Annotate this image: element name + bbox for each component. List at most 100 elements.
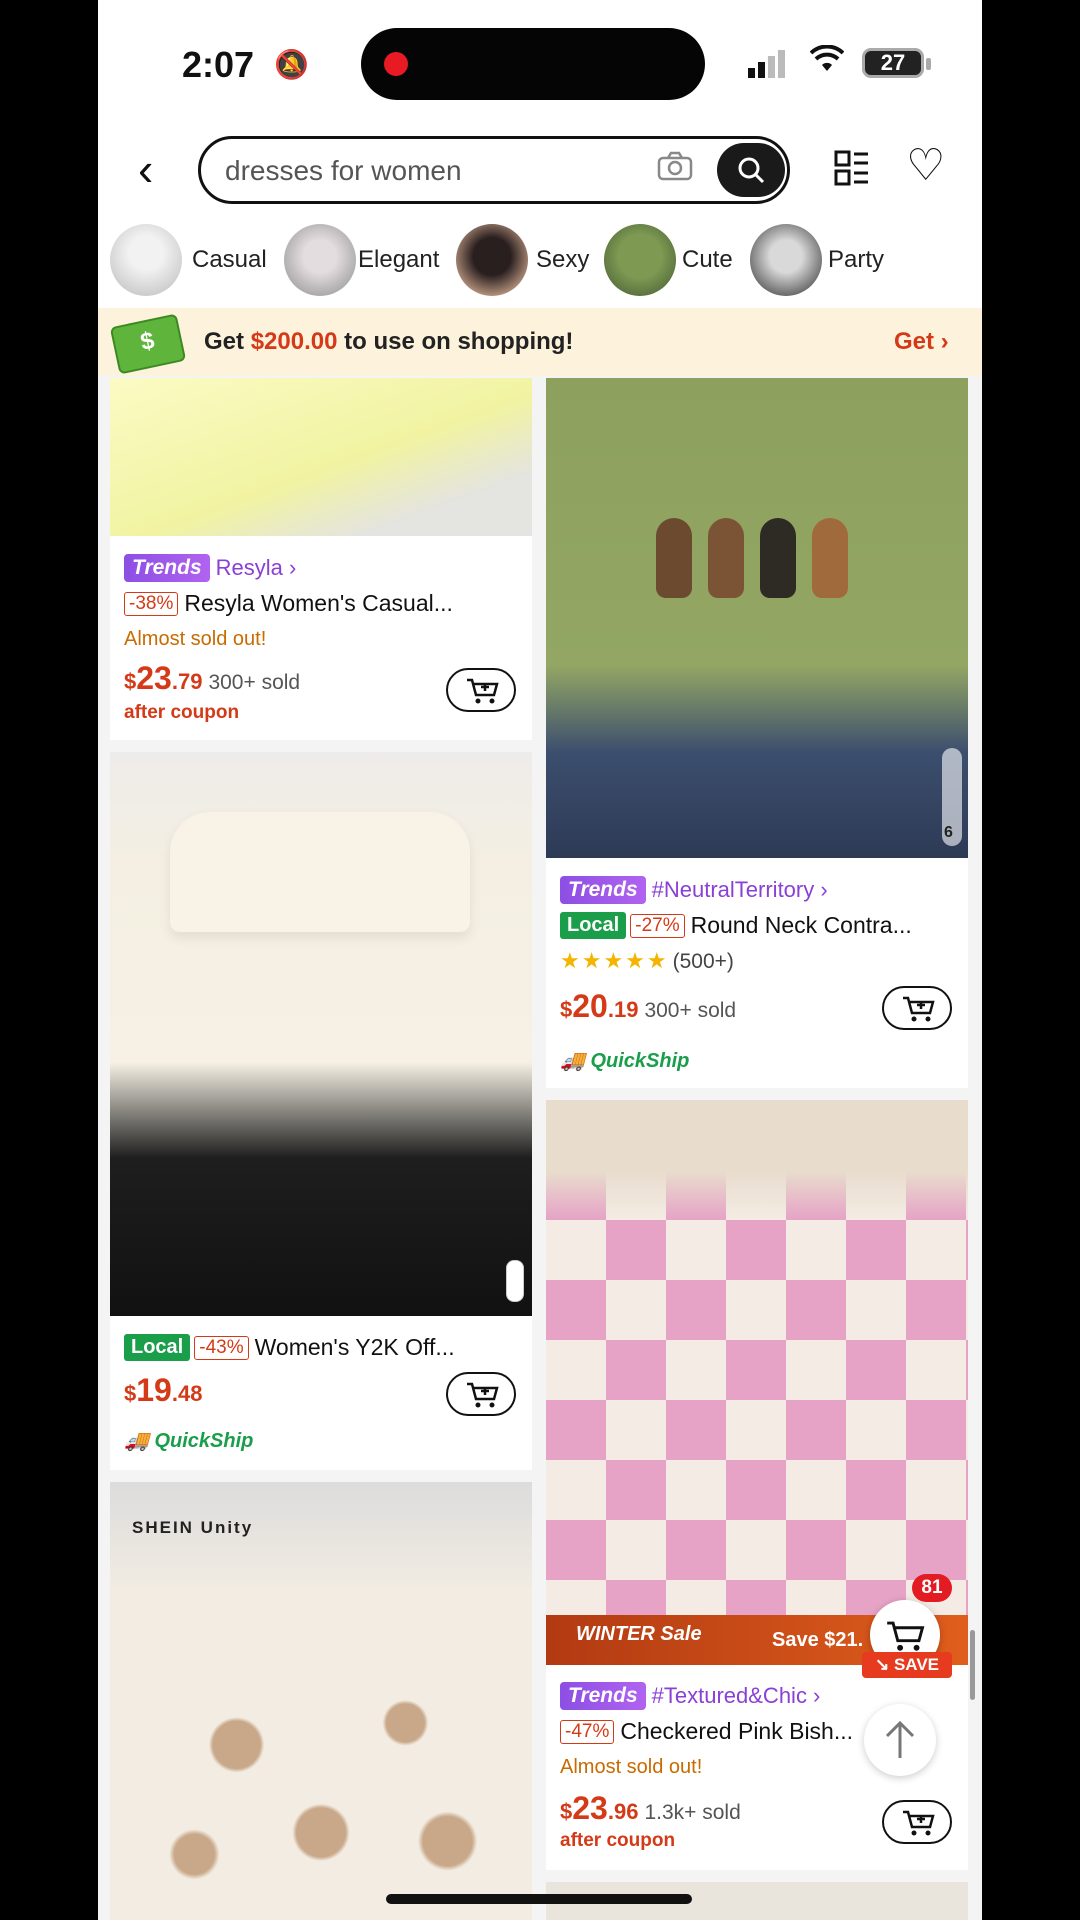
search-button[interactable] xyxy=(717,143,785,197)
chip-thumb xyxy=(110,224,182,296)
product-card-leopard[interactable]: SHEIN Unity xyxy=(110,1482,532,1920)
cart-plus-icon xyxy=(903,996,935,1022)
truck-icon: 🚚 xyxy=(560,1050,591,1072)
price-row: $20.19 300+ sold xyxy=(560,988,736,1025)
product-title[interactable]: Round Neck Contra... xyxy=(691,912,912,938)
search-bar[interactable]: dresses for women xyxy=(198,136,790,204)
store-link[interactable]: #NeutralTerritory › xyxy=(652,877,828,902)
product-card-resyla[interactable]: Trends Resyla › -38% Resyla Women's Casual… xyxy=(110,378,532,740)
product-title[interactable]: Resyla Women's Casual... xyxy=(184,590,453,616)
scroll-to-top-button[interactable] xyxy=(864,1704,936,1776)
promo-suffix: to use on shopping! xyxy=(337,328,574,355)
back-icon[interactable]: ‹ xyxy=(138,142,153,196)
search-icon xyxy=(738,157,765,184)
price: $23.79 xyxy=(124,660,202,696)
quickship-label: 🚚 QuickShip xyxy=(124,1428,253,1453)
layout-toggle-icon[interactable] xyxy=(834,150,870,191)
status-bar: 2:07 🔕 27 xyxy=(98,0,982,128)
price: $19.48 xyxy=(124,1372,202,1408)
wifi-icon xyxy=(809,44,845,81)
star-rating-icon: ★★★★★ xyxy=(560,948,669,973)
add-to-cart-button[interactable] xyxy=(446,668,516,712)
price-dec: .96 xyxy=(607,1799,639,1824)
product-image[interactable]: WINTER Sale Save $21. xyxy=(546,1100,968,1665)
home-indicator[interactable] xyxy=(386,1894,692,1904)
product-image[interactable] xyxy=(110,378,532,536)
discount-badge: -27% xyxy=(630,913,685,938)
search-header: ‹ dresses for women ♡ xyxy=(98,128,982,216)
cart-count-badge: 81 xyxy=(912,1574,952,1602)
chip-thumb xyxy=(284,224,356,296)
scrollbar[interactable] xyxy=(970,1630,975,1700)
local-badge: Local xyxy=(124,1334,191,1361)
chip-label: Sexy xyxy=(536,246,590,273)
cats-print xyxy=(656,518,856,608)
add-to-cart-button[interactable] xyxy=(446,1372,516,1416)
quickship-label: 🚚 QuickShip xyxy=(560,1048,689,1073)
add-to-cart-button[interactable] xyxy=(882,986,952,1030)
promo-get-button[interactable]: Get › xyxy=(894,328,949,356)
chip-label: Party xyxy=(828,246,885,273)
sold-count: 300+ sold xyxy=(644,999,737,1022)
money-icon: $ xyxy=(109,313,187,375)
product-image[interactable]: 6 xyxy=(546,378,968,858)
chip-label: Cute xyxy=(682,246,733,273)
product-card-y2k-offshoulder[interactable]: Local -43% Women's Y2K Off... $19.48 🚚 Qui… xyxy=(110,752,532,1470)
price-row: $19.48 xyxy=(124,1372,202,1409)
price-row: $23.96 1.3k+ sold xyxy=(560,1790,741,1827)
battery-tip xyxy=(926,58,931,70)
cart-plus-icon xyxy=(467,1382,499,1408)
product-trends-row: Trends #Textured&Chic › xyxy=(560,1682,820,1710)
stock-note: Almost sold out! xyxy=(560,1756,703,1778)
product-title[interactable]: Checkered Pink Bish... xyxy=(620,1718,853,1744)
chip-label: Elegant xyxy=(358,246,440,273)
price-int: 23 xyxy=(572,1790,608,1826)
promo-prefix: Get xyxy=(204,328,251,355)
trends-badge: Trends xyxy=(560,1682,646,1710)
trends-badge: Trends xyxy=(124,554,210,582)
cart-plus-icon xyxy=(903,1810,935,1836)
arrow-up-icon xyxy=(885,1720,915,1758)
cart-plus-icon xyxy=(467,678,499,704)
discount-badge: -47% xyxy=(560,1719,615,1744)
discount-badge: -43% xyxy=(194,1335,249,1360)
promo-text: Get $200.00 to use on shopping! xyxy=(204,328,573,356)
store-link[interactable]: Resyla › xyxy=(216,555,297,580)
chip-label: Casual xyxy=(192,246,267,273)
swatch-count: 6 xyxy=(944,824,953,841)
battery-icon: 27 xyxy=(862,48,924,78)
product-trends-row: Trends Resyla › xyxy=(124,554,296,582)
product-image[interactable] xyxy=(110,752,532,1316)
dynamic-island xyxy=(361,28,705,100)
search-input[interactable]: dresses for women xyxy=(225,155,462,187)
price-currency: $ xyxy=(124,1381,137,1406)
price: $23.96 xyxy=(560,1790,638,1826)
chip-thumb xyxy=(604,224,676,296)
product-card-round-neck[interactable]: 6 Trends #NeutralTerritory › Local -27% Rou… xyxy=(546,378,968,1088)
product-title[interactable]: Women's Y2K Off... xyxy=(255,1334,455,1360)
rating-row: ★★★★★ (500+) xyxy=(560,948,734,974)
color-swatches[interactable] xyxy=(506,1260,524,1302)
product-trends-row: Trends #NeutralTerritory › xyxy=(560,876,828,904)
add-to-cart-button[interactable] xyxy=(882,1800,952,1844)
coupon-banner[interactable]: $ Get $200.00 to use on shopping! Get › xyxy=(98,308,982,376)
price-int: 20 xyxy=(572,988,608,1024)
rating-count: (500+) xyxy=(672,950,734,973)
winter-sale-save: Save $21. xyxy=(772,1629,864,1651)
image-top xyxy=(546,1100,968,1220)
price-int: 23 xyxy=(136,660,172,696)
price-currency: $ xyxy=(124,669,137,694)
price: $20.19 xyxy=(560,988,638,1024)
after-coupon-label: after coupon xyxy=(124,702,240,723)
price-int: 19 xyxy=(136,1372,172,1408)
price-currency: $ xyxy=(560,997,573,1022)
clock: 2:07 xyxy=(182,44,255,85)
product-image[interactable]: SHEIN Unity xyxy=(110,1482,532,1920)
store-link[interactable]: #Textured&Chic › xyxy=(652,1683,821,1708)
sold-count: 1.3k+ sold xyxy=(644,1801,741,1824)
product-title-row: Local -43% Women's Y2K Off... xyxy=(124,1334,455,1361)
camera-icon[interactable] xyxy=(657,151,693,190)
price-row: $23.79 300+ sold xyxy=(124,660,300,697)
cart-save-tag: ↘ SAVE xyxy=(862,1652,952,1678)
wishlist-heart-icon[interactable]: ♡ xyxy=(906,140,945,191)
